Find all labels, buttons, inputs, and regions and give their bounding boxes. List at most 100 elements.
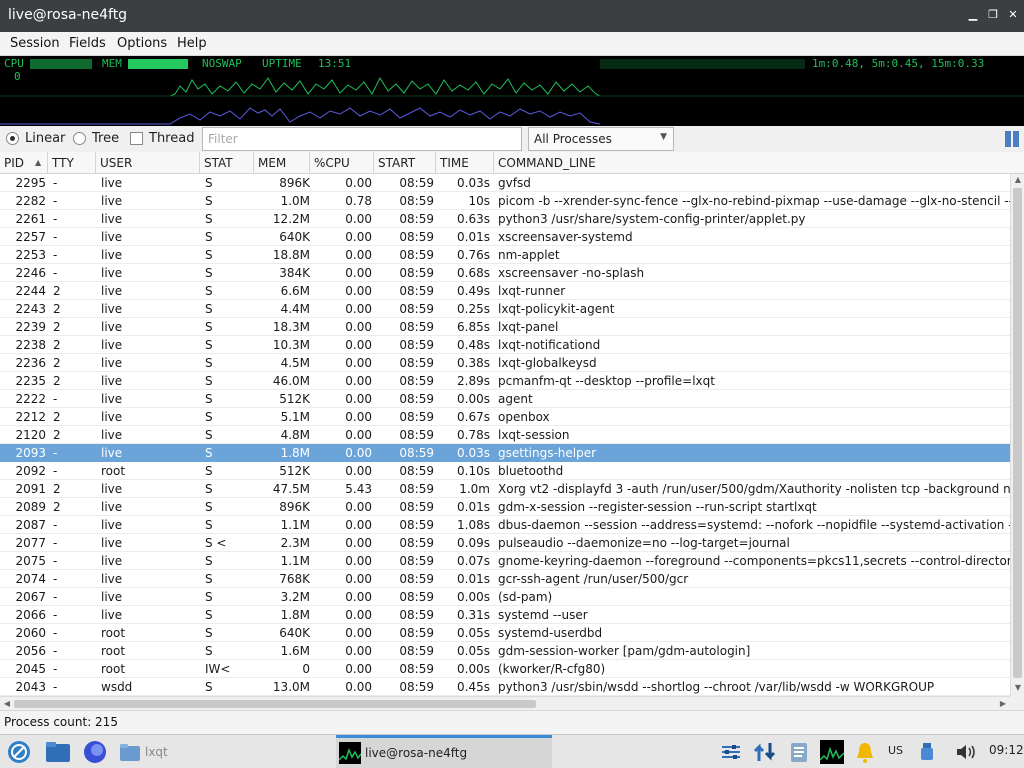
system-monitor-icon[interactable] [820,740,844,764]
start-menu-icon[interactable] [6,739,32,765]
menu-session[interactable]: Session [10,36,60,51]
tree-label[interactable]: Tree [92,131,119,146]
table-row[interactable]: 2236 2 live S 4.5M 0.00 08:59 0.38s lxqt-globalk… [0,354,1010,372]
panel-view-icon[interactable] [1004,130,1020,148]
maximize-icon[interactable]: ❐ [986,8,1000,22]
table-row[interactable]: 2060- root S 640K 0.00 08:59 0.05s systemd-user… [0,624,1010,642]
cell-start: 08:59 [399,608,434,622]
cell-pid: 2074 [15,572,46,586]
table-row[interactable]: 2244 2 live S 6.6M 0.00 08:59 0.49s lxqt-runner [0,282,1010,300]
table-row[interactable]: 2074- live S 768K 0.00 08:59 0.01s gcr-ssh-agen… [0,570,1010,588]
cell-cmd: openbox [498,410,550,424]
cell-cpu: 0.00 [345,410,372,424]
table-row[interactable]: 2212 2 live S 5.1M 0.00 08:59 0.67s openbox [0,408,1010,426]
table-row[interactable]: 2067- live S 3.2M 0.00 08:59 0.00s (sd-pam) [0,588,1010,606]
tree-radio[interactable] [73,132,86,145]
cell-mem: 1.0M [280,194,310,208]
table-row[interactable]: 2056- root S 1.6M 0.00 08:59 0.05s gdm-session-… [0,642,1010,660]
table-row[interactable]: 2091 2 live S 47.5M 5.43 08:59 1.0m Xorg vt2 -di… [0,480,1010,498]
keyboard-layout[interactable]: US [888,744,903,757]
cell-pid: 2244 [15,284,46,298]
horizontal-scrollbar[interactable]: ◀ ▶ [0,696,1010,710]
scroll-down-icon[interactable]: ▼ [1011,682,1024,694]
table-row[interactable]: 2077- live S < 2.3M 0.00 08:59 0.09s pulseaudio… [0,534,1010,552]
file-manager-icon[interactable] [45,740,71,764]
notification-bell-icon[interactable] [854,740,876,764]
column-mem[interactable]: MEM [254,152,310,174]
table-row[interactable]: 2246- live S 384K 0.00 08:59 0.68s xscreensaver… [0,264,1010,282]
process-filter-select[interactable]: All Processes ▼ [528,127,674,151]
browser-icon[interactable] [83,740,107,764]
task-folder-lxqt[interactable]: lxqt [145,745,168,759]
load-average: 1m:0.48, 5m:0.45, 15m:0.33 [812,57,985,70]
cell-cpu: 0.00 [345,428,372,442]
cell-stat: S [205,338,213,352]
filter-input[interactable] [202,127,522,151]
table-row[interactable]: 2295- live S 896K 0.00 08:59 0.03s gvfsd [0,174,1010,192]
scroll-right-icon[interactable]: ▶ [996,698,1010,710]
cell-pid: 2295 [15,176,46,190]
table-row[interactable]: 2092- root S 512K 0.00 08:59 0.10s bluetoothd [0,462,1010,480]
vertical-scroll-thumb[interactable] [1013,188,1022,678]
table-row[interactable]: 2087- live S 1.1M 0.00 08:59 1.08s dbus-daemon … [0,516,1010,534]
column-command-line[interactable]: COMMAND_LINE [494,152,1024,174]
table-row[interactable]: 2043- wsdd S 13.0M 0.00 08:59 0.45s python3 /us… [0,678,1010,696]
menu-options[interactable]: Options [117,36,167,51]
cell-user: live [101,428,123,442]
task-active-window[interactable]: live@rosa-ne4ftg [336,735,552,768]
cell-cmd: lxqt-globalkeysd [498,356,597,370]
linear-label[interactable]: Linear [25,131,65,146]
table-row[interactable]: 2261- live S 12.2M 0.00 08:59 0.63s python3 /us… [0,210,1010,228]
table-row[interactable]: 2257- live S 640K 0.00 08:59 0.01s xscreensaver… [0,228,1010,246]
column-stat[interactable]: STAT [200,152,254,174]
thread-checkbox[interactable] [130,132,143,145]
cell-user: live [101,554,123,568]
table-row[interactable]: 2243 2 live S 4.4M 0.00 08:59 0.25s lxqt-policyk… [0,300,1010,318]
table-row[interactable]: 2089 2 live S 896K 0.00 08:59 0.01s gdm-x-sessio… [0,498,1010,516]
linear-radio[interactable] [6,132,19,145]
clock[interactable]: 09:12 [989,743,1024,757]
column-time[interactable]: TIME [436,152,494,174]
table-row[interactable]: 2239 2 live S 18.3M 0.00 08:59 6.85s lxqt-panel [0,318,1010,336]
close-icon[interactable]: ✕ [1006,8,1020,22]
column-tty[interactable]: TTY [48,152,96,174]
folder-icon[interactable] [119,742,141,762]
menu-fields[interactable]: Fields [69,36,106,51]
cell-tty: 2 [53,338,61,352]
cell-mem: 13.0M [272,680,310,694]
table-row[interactable]: 2075- live S 1.1M 0.00 08:59 0.07s gnome-keyrin… [0,552,1010,570]
menu-help[interactable]: Help [177,36,207,51]
clipboard-icon[interactable] [788,740,810,764]
scroll-up-icon[interactable]: ▲ [1011,174,1024,186]
table-row[interactable]: 2045- root IW< 0 0.00 08:59 0.00s (kworker/R-cf… [0,660,1010,678]
column-command-line-label: COMMAND_LINE [498,156,596,170]
window-titlebar[interactable]: live@rosa-ne4ftg ▁ ❐ ✕ [0,0,1024,32]
cell-user: live [101,518,123,532]
table-row[interactable]: 2066- live S 1.8M 0.00 08:59 0.31s systemd --us… [0,606,1010,624]
column-cpu[interactable]: %CPU [310,152,374,174]
cell-user: live [101,284,123,298]
table-row[interactable]: 2253- live S 18.8M 0.00 08:59 0.76s nm-applet [0,246,1010,264]
cell-pid: 2066 [15,608,46,622]
settings-sliders-icon[interactable] [720,742,742,762]
vertical-scrollbar[interactable]: ▲ ▼ [1010,174,1024,696]
column-user[interactable]: USER [96,152,200,174]
table-row[interactable]: 2235 2 live S 46.0M 0.00 08:59 2.89s pcmanfm-qt … [0,372,1010,390]
network-updown-icon[interactable] [752,739,778,765]
table-row[interactable]: 2238 2 live S 10.3M 0.00 08:59 0.48s lxqt-notifi… [0,336,1010,354]
cell-cpu: 0.00 [345,680,372,694]
column-start[interactable]: START [374,152,436,174]
minimize-icon[interactable]: ▁ [966,8,980,22]
cell-cpu: 0.00 [345,572,372,586]
scroll-left-icon[interactable]: ◀ [0,698,14,710]
cell-start: 08:59 [399,212,434,226]
table-row[interactable]: 2093- live S 1.8M 0.00 08:59 0.03s gsettings-he… [0,444,1010,462]
table-row[interactable]: 2222- live S 512K 0.00 08:59 0.00s agent [0,390,1010,408]
usb-drive-icon[interactable] [920,742,934,762]
volume-icon[interactable] [955,743,977,761]
horizontal-scroll-thumb[interactable] [14,700,536,708]
table-row[interactable]: 2282- live S 1.0M 0.78 08:59 10s picom -b --xre… [0,192,1010,210]
thread-label[interactable]: Thread [149,131,194,146]
table-row[interactable]: 2120 2 live S 4.8M 0.00 08:59 0.78s lxqt-session [0,426,1010,444]
cell-user: root [101,464,126,478]
